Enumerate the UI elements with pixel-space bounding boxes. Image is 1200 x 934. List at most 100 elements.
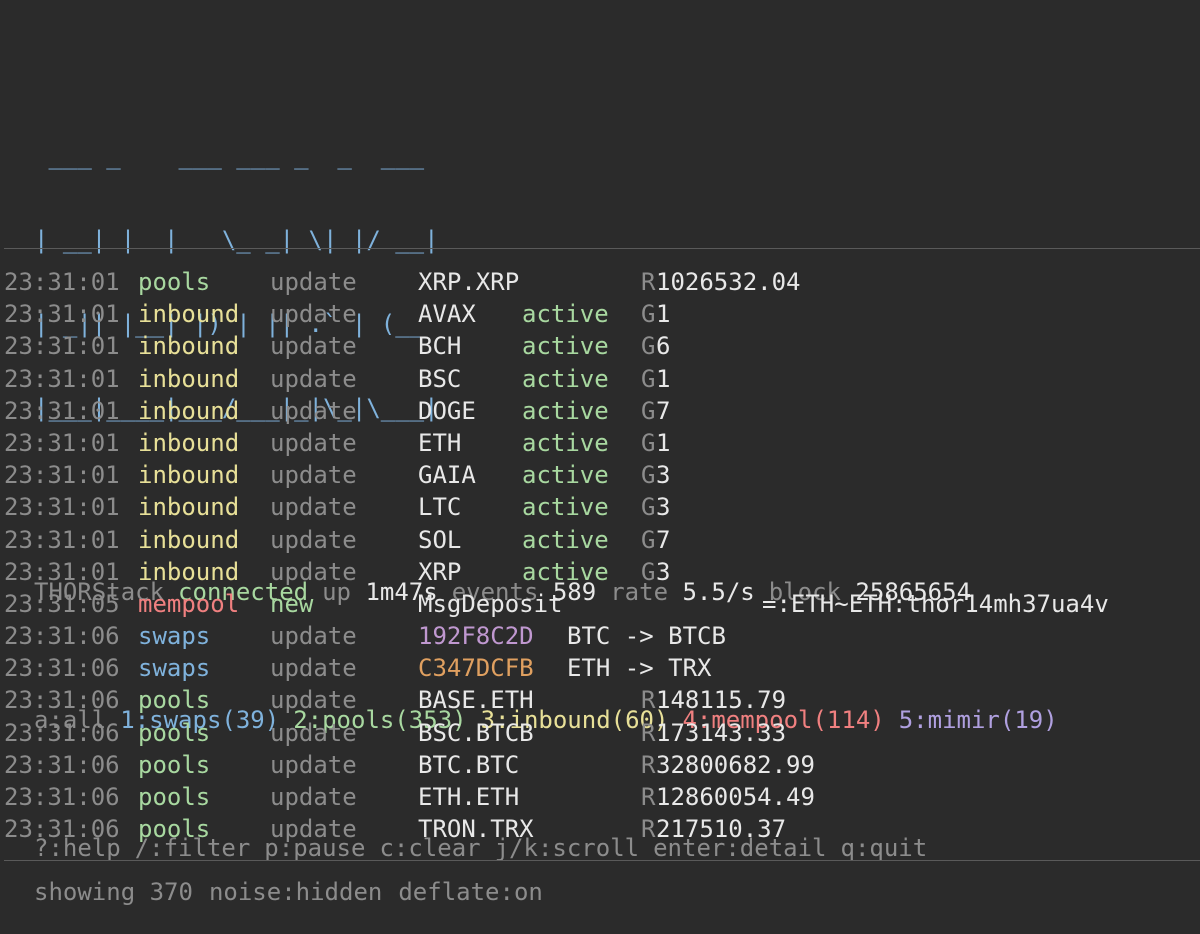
log-state: active — [522, 493, 609, 522]
log-source: inbound — [138, 332, 240, 361]
log-state: active — [522, 525, 609, 554]
log-value: 217510.37 — [656, 815, 787, 844]
log-action: update — [270, 525, 357, 554]
rate-value: 5.5/s — [682, 578, 755, 606]
log-source: inbound — [138, 525, 240, 554]
divider — [4, 248, 1200, 249]
log-value-prefix: G — [641, 396, 656, 425]
log-state: active — [522, 396, 609, 425]
log-key: DOGE — [418, 396, 476, 425]
log-action: update — [270, 493, 357, 522]
log-value: 12860054.49 — [656, 783, 815, 811]
log-source: inbound — [138, 461, 240, 490]
log-description: ETH -> TRX — [567, 654, 712, 683]
log-key: AVAX — [418, 300, 476, 329]
log-time: 23:31:06 — [4, 718, 120, 747]
log-time: 23:31:01 — [4, 461, 120, 490]
log-time: 23:31:01 — [4, 364, 120, 393]
log-action: update — [270, 783, 357, 811]
log-source: pools — [138, 268, 211, 296]
log-value: 3 — [656, 557, 671, 586]
log-action: update — [270, 268, 357, 296]
log-action: update — [270, 622, 357, 651]
log-key: XRP.XRP — [418, 268, 520, 296]
log-action: update — [270, 332, 357, 361]
showing-count: showing 370 — [34, 878, 193, 906]
log-value: 7 — [656, 396, 671, 425]
log-value-prefix: R — [641, 268, 656, 296]
log-state: active — [522, 364, 609, 393]
log-time: 23:31:01 — [4, 557, 120, 586]
log-action: update — [270, 718, 357, 747]
log-value-prefix: G — [641, 557, 656, 586]
log-value-prefix: R — [641, 750, 656, 779]
log-state: active — [522, 332, 609, 361]
log-time: 23:31:05 — [4, 589, 120, 618]
logo-line: | __| | | \_ _| \| |/ __| — [34, 226, 439, 254]
log-source: pools — [138, 686, 211, 715]
log-source: pools — [138, 783, 211, 811]
log-value: 148115.79 — [656, 686, 787, 715]
log-description: BTC -> BTCB — [567, 622, 726, 651]
log-value-prefix: G — [641, 461, 656, 490]
log-value-prefix: G — [641, 493, 656, 522]
log-value: 3 — [656, 461, 671, 490]
log-time: 23:31:06 — [4, 783, 120, 811]
log-time: 23:31:06 — [4, 686, 120, 715]
log-time: 23:31:06 — [4, 654, 120, 683]
log-key: BCH — [418, 332, 462, 361]
log-value: 173143.33 — [656, 718, 787, 747]
log-value-prefix: R — [641, 815, 656, 844]
log-value: 1 — [656, 428, 671, 457]
log-value-prefix: R — [641, 718, 656, 747]
log-action: update — [270, 300, 357, 329]
log-time: 23:31:01 — [4, 493, 120, 522]
noise-status: noise:hidden — [208, 878, 383, 906]
log-key: GAIA — [418, 461, 476, 490]
log-value: 7 — [656, 525, 671, 554]
log-source: swaps — [138, 622, 211, 651]
log-time: 23:31:06 — [4, 622, 120, 651]
log-source: mempool — [138, 589, 240, 618]
filter-mimir[interactable]: 5:mimir(19) — [899, 706, 1058, 734]
log-action: update — [270, 461, 357, 490]
log-action: update — [270, 428, 357, 457]
log-value-prefix: R — [641, 686, 656, 715]
log-action: update — [270, 654, 357, 683]
log-source: inbound — [138, 364, 240, 393]
log-value-prefix: G — [641, 525, 656, 554]
log-action: update — [270, 364, 357, 393]
log-value: 1 — [656, 300, 671, 329]
log-key: BSC — [418, 364, 462, 393]
footer-status: showing 370 noise:hidden deflate:on — [34, 878, 543, 906]
log-memo: =:ETH~ETH:thor14mh37ua4v — [762, 589, 1109, 618]
log-value-prefix: G — [641, 364, 656, 393]
log-key: ETH — [418, 428, 462, 457]
log-value-prefix: G — [641, 300, 656, 329]
log-action: update — [270, 815, 357, 844]
log-source: inbound — [138, 300, 240, 329]
log-key: MsgDeposit — [418, 589, 563, 618]
logo-line: ___ _ ___ ___ _ _ ___ — [34, 142, 439, 170]
log-value-prefix: G — [641, 428, 656, 457]
log-key: 192F8C2D — [418, 622, 534, 651]
log-time: 23:31:06 — [4, 815, 120, 844]
key-quit[interactable]: q:quit — [841, 834, 928, 862]
log-source: pools — [138, 718, 211, 747]
log-value: 32800682.99 — [656, 750, 815, 779]
log-key: LTC — [418, 493, 462, 522]
log-state: active — [522, 557, 609, 586]
log-source: inbound — [138, 557, 240, 586]
log-action: update — [270, 396, 357, 425]
log-time: 23:31:01 — [4, 332, 120, 361]
log-source: pools — [138, 815, 211, 844]
log-value: 1026532.04 — [656, 268, 801, 296]
log-time: 23:31:01 — [4, 525, 120, 554]
log-key: BASE.ETH — [418, 686, 534, 715]
log-time: 23:31:01 — [4, 300, 120, 329]
log-value: 1 — [656, 364, 671, 393]
log-time: 23:31:06 — [4, 750, 120, 779]
log-action: update — [270, 750, 357, 779]
log-time: 23:31:01 — [4, 268, 120, 296]
log-value: 6 — [656, 332, 671, 361]
